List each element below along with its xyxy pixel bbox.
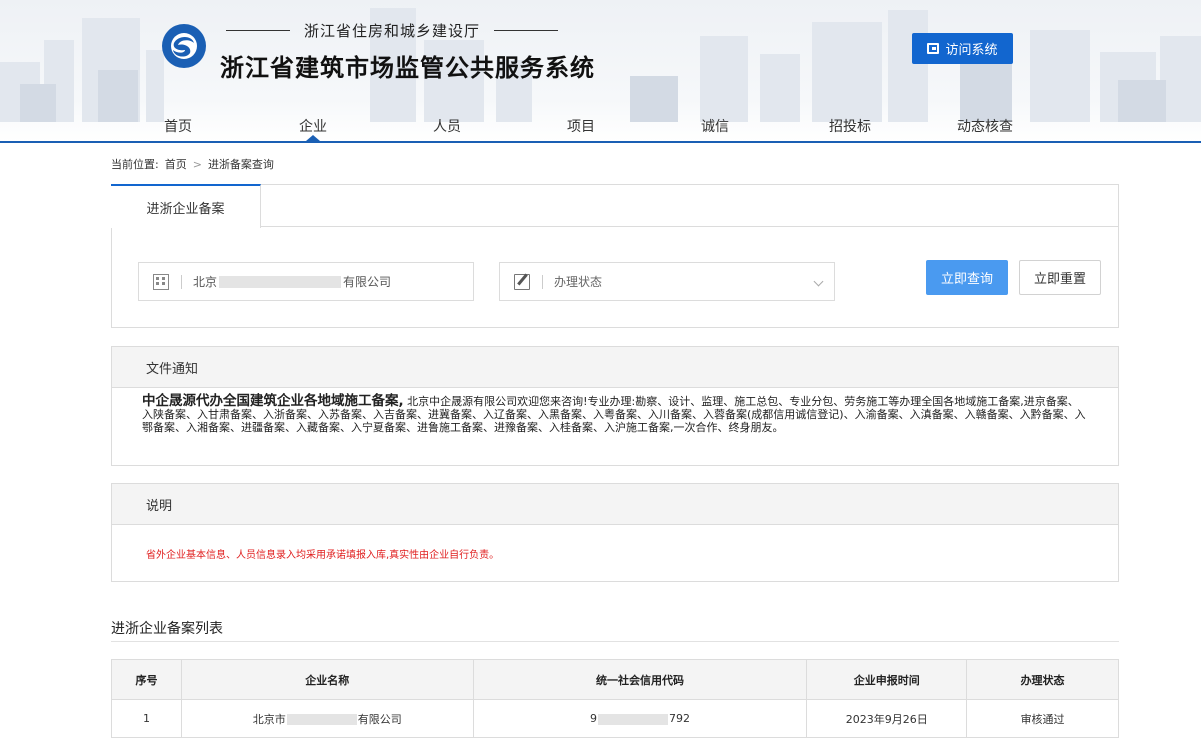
status-select[interactable]: 办理状态 <box>499 262 835 301</box>
table-row[interactable]: 1 北京市 有限公司 9 792 2023年9月26日 审核通过 <box>111 699 1119 738</box>
building-icon <box>153 273 169 290</box>
nav-item-bidding[interactable]: 招投标 <box>829 116 871 136</box>
company-name-start: 北京 <box>193 275 218 289</box>
logo-swirl-icon <box>173 37 194 57</box>
notice-title: 文件通知 <box>112 347 1118 388</box>
site-title: 浙江省建筑市场监管公共服务系统 <box>220 54 595 82</box>
redacted-block <box>219 275 342 288</box>
status-placeholder: 办理状态 <box>554 275 603 289</box>
column-header-date: 企业申报时间 <box>806 659 968 700</box>
notice-section: 文件通知 中企晟源代办全国建筑企业各地域施工备案, 北京中企晟源有限公司欢迎您来… <box>111 346 1119 466</box>
filing-table: 序号 企业名称 统一社会信用代码 企业申报时间 办理状态 1 北京市 有限公司 9… <box>111 659 1119 738</box>
nav-item-enterprise[interactable]: 企业 <box>299 116 327 136</box>
breadcrumb-prefix: 当前位置: <box>111 158 159 171</box>
cell-credit-code: 9 792 <box>472 699 808 738</box>
table-header-row: 序号 企业名称 统一社会信用代码 企业申报时间 办理状态 <box>111 659 1119 700</box>
company-name-end: 有限公司 <box>343 275 392 289</box>
edit-icon <box>514 273 530 290</box>
company-name-value: 北京 有限公司 <box>193 273 391 290</box>
nav-item-project[interactable]: 项目 <box>567 116 595 136</box>
subtitle-left-line <box>226 30 290 31</box>
search-panel: 进浙企业备案 北京 有限公司 办理状态 立即查询 立即重置 <box>111 184 1119 328</box>
column-header-index: 序号 <box>111 659 182 700</box>
chevron-down-icon <box>813 276 824 287</box>
nav-item-dynamic-check[interactable]: 动态核查 <box>957 116 1013 136</box>
redacted-block <box>597 713 668 725</box>
column-header-credit-code: 统一社会信用代码 <box>472 659 808 700</box>
reset-button[interactable]: 立即重置 <box>1019 260 1101 295</box>
tab-enterprise-filing[interactable]: 进浙企业备案 <box>111 184 261 228</box>
explain-title: 说明 <box>112 484 1118 525</box>
header-subtitle-row: 浙江省住房和城乡建设厅 <box>226 20 559 41</box>
company-name-input[interactable]: 北京 有限公司 <box>138 262 474 301</box>
nav-underline <box>0 141 1201 143</box>
nav-item-credit[interactable]: 诚信 <box>701 116 729 136</box>
breadcrumb-home-link[interactable]: 首页 <box>165 156 187 172</box>
nav-item-home[interactable]: 首页 <box>164 116 192 136</box>
subtitle-right-line <box>494 30 559 31</box>
explain-section: 说明 省外企业基本信息、人员信息录入均采用承诺填报入库,真实性由企业自行负责。 <box>111 483 1119 582</box>
redacted-block <box>286 714 357 725</box>
column-header-status: 办理状态 <box>966 659 1119 700</box>
visit-system-label: 访问系统 <box>945 43 998 58</box>
cell-status: 审核通过 <box>966 699 1119 738</box>
query-button[interactable]: 立即查询 <box>926 260 1008 295</box>
list-title: 进浙企业备案列表 <box>111 621 223 637</box>
company-name-start: 北京市 <box>252 712 286 726</box>
company-name-end: 有限公司 <box>357 712 402 726</box>
visit-system-button[interactable]: 访问系统 <box>912 33 1013 64</box>
credit-code-start: 9 <box>589 712 597 725</box>
monitor-icon <box>927 43 940 54</box>
notice-lead: 中企晟源代办全国建筑企业各地域施工备案, <box>142 393 404 409</box>
breadcrumb: 当前位置: 首页 > 进浙备案查询 <box>111 156 274 172</box>
credit-code-end: 792 <box>668 712 690 725</box>
explain-text: 省外企业基本信息、人员信息录入均采用承诺填报入库,真实性由企业自行负责。 <box>146 550 500 561</box>
cell-date: 2023年9月26日 <box>806 699 968 738</box>
cell-index: 1 <box>111 699 182 738</box>
field-divider <box>542 274 543 289</box>
breadcrumb-current: 进浙备案查询 <box>207 158 274 171</box>
search-tabbar: 进浙企业备案 <box>111 184 1118 228</box>
breadcrumb-separator: > <box>192 157 202 171</box>
column-header-name: 企业名称 <box>180 659 474 700</box>
nav-item-personnel[interactable]: 人员 <box>433 116 461 136</box>
list-title-divider <box>111 641 1119 642</box>
header-subtitle: 浙江省住房和城乡建设厅 <box>304 22 481 40</box>
cell-company-name[interactable]: 北京市 有限公司 <box>180 699 474 738</box>
field-divider <box>181 274 182 289</box>
main-nav: 首页 企业 人员 项目 诚信 招投标 动态核查 <box>0 112 1201 142</box>
notice-body: 中企晟源代办全国建筑企业各地域施工备案, 北京中企晟源有限公司欢迎您来咨询!专业… <box>112 388 1118 434</box>
